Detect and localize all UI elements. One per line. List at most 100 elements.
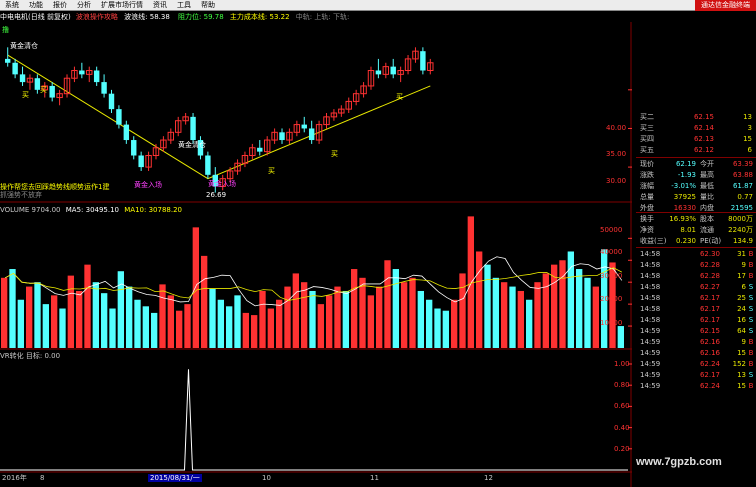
volume-bar (492, 277, 499, 348)
stats-row: 现价 62.19 今开 63.39 (636, 159, 756, 170)
bid-row: 买四 62.13 15 (636, 134, 756, 145)
candle-body (390, 66, 396, 75)
band-labels: 中轨: 上轨: 下轨: (295, 13, 350, 21)
bid-volume: 6 (747, 146, 752, 154)
indicator-name: 波浪操作攻略 (75, 13, 118, 21)
volume-bar (226, 306, 233, 348)
stats-row: 净资 8.01 流通 2240万 (636, 225, 756, 236)
menu-item-2[interactable]: 报价 (48, 0, 72, 11)
trade-time: 14:58 (640, 283, 661, 291)
ind-tick-100: 1.00 (614, 360, 630, 368)
volume-bar (209, 288, 216, 348)
trade-price: 62.16 (699, 338, 720, 346)
trade-volume: 17 (737, 272, 746, 280)
volume-bar (292, 273, 299, 348)
volume-bar (434, 308, 441, 348)
stat-label: 涨跌 (640, 171, 654, 179)
stat-label: 现价 (640, 160, 654, 168)
menu-item-3[interactable]: 分析 (72, 0, 96, 11)
stat-label: 股本 (700, 215, 714, 223)
volume-bar (309, 290, 316, 348)
stat-label: 总量 (640, 193, 654, 201)
stat-value: 62.19 (675, 160, 696, 168)
stats-row: 涨幅 -3.01% 最低 61.87 (636, 181, 756, 192)
volume-bar (59, 308, 66, 348)
vol-tick-30000: 30000 (600, 272, 623, 280)
menu-item-4[interactable]: 扩展市场行情 (96, 0, 148, 11)
volume-bar (267, 308, 274, 348)
stat-label: 收益(三) (640, 237, 667, 245)
ma10-label: MA10: (124, 206, 147, 214)
stat-value: 8.01 (680, 226, 696, 234)
trade-volume: 9 (741, 261, 746, 269)
trade-row: 14:59 62.17 13 S (636, 370, 756, 381)
trade-volume: 15 (737, 349, 746, 357)
trade-side: B (748, 360, 754, 368)
promo-button[interactable]: 通达信金融终端 (695, 0, 756, 11)
volume-bar (1, 277, 8, 348)
volume-bar (151, 312, 158, 348)
stats-divider (636, 212, 756, 213)
buy-mark-3: 买 (268, 167, 275, 175)
volume-header: VOLUME 9704.00 MA5: 30495.10 MA10: 30788… (0, 206, 182, 214)
volume-bar (76, 290, 83, 348)
volume-bar (159, 284, 166, 348)
trade-volume: 6 (741, 283, 746, 291)
stats-row: 总量 37925 量比 0.77 (636, 192, 756, 203)
stat-value: 8000万 (728, 215, 753, 223)
stat-value: -1.93 (677, 171, 696, 179)
buy-mark-2: 买 (40, 86, 47, 94)
candle-body (257, 147, 263, 152)
trade-volume: 31 (737, 250, 746, 258)
menu-item-6[interactable]: 工具 (172, 0, 196, 11)
menu-item-5[interactable]: 资讯 (148, 0, 172, 11)
volume-bar (126, 286, 133, 348)
trade-row: 14:58 62.28 9 B (636, 260, 756, 271)
volume-bar (359, 277, 366, 348)
trade-row: 14:58 62.27 6 S (636, 282, 756, 293)
price-tick-30: 30.00 (606, 177, 627, 185)
trade-side: B (748, 272, 754, 280)
trade-price: 62.17 (699, 294, 720, 302)
menu-item-7[interactable]: 帮助 (196, 0, 220, 11)
trade-time: 14:58 (640, 250, 661, 258)
trade-volume: 9 (741, 338, 746, 346)
volume-bar (317, 304, 324, 348)
chart-area[interactable]: 撸 黄金清仓 黄金清仓 黄金入场 黄金入场 26.69 买 买 买 买 买 操作… (0, 22, 632, 487)
date-axis-bar[interactable]: 2016年 8 2015/08/31/一 10 11 12 (0, 474, 632, 482)
volume-bar (401, 282, 408, 348)
volume-bar (451, 299, 458, 348)
indicator-status-line: 中电电机(日线 前复权) 波浪操作攻略 波浪线: 58.38 阻力位: 59.7… (0, 12, 632, 22)
trade-side: B (748, 338, 754, 346)
volume-bar (351, 269, 358, 348)
bid-price: 62.15 (693, 113, 714, 121)
volume-bar (176, 310, 183, 348)
stat-value: 134.9 (732, 237, 753, 245)
candle-body (138, 155, 144, 168)
volume-bar (142, 306, 149, 348)
trade-time: 14:58 (640, 261, 661, 269)
low-price-label: 26.69 (206, 191, 227, 199)
volume-bar (92, 282, 99, 348)
vol-tick-20000: 20000 (600, 295, 623, 303)
volume-bar (17, 299, 24, 348)
cost-label: 主力成本线: (229, 13, 268, 21)
trade-time: 14:59 (640, 327, 661, 335)
volume-bar (242, 312, 249, 348)
quote-divider (636, 157, 756, 158)
menu-item-1[interactable]: 功能 (24, 0, 48, 11)
volume-bar (459, 273, 466, 348)
trade-volume: 152 (732, 360, 746, 368)
volume-bar (501, 282, 508, 348)
trade-time: 14:59 (640, 338, 661, 346)
volume-bar (26, 286, 33, 348)
volume-bar (576, 269, 583, 348)
ma5-value: 30495.10 (85, 206, 120, 214)
menu-item-0[interactable]: 系统 (0, 0, 24, 11)
volume-bar (376, 286, 383, 348)
bid-label: 买五 (640, 146, 654, 154)
volume-bar (84, 264, 91, 348)
volume-bar (526, 299, 533, 348)
candle-body (123, 124, 130, 141)
kline-chart[interactable] (0, 22, 632, 487)
